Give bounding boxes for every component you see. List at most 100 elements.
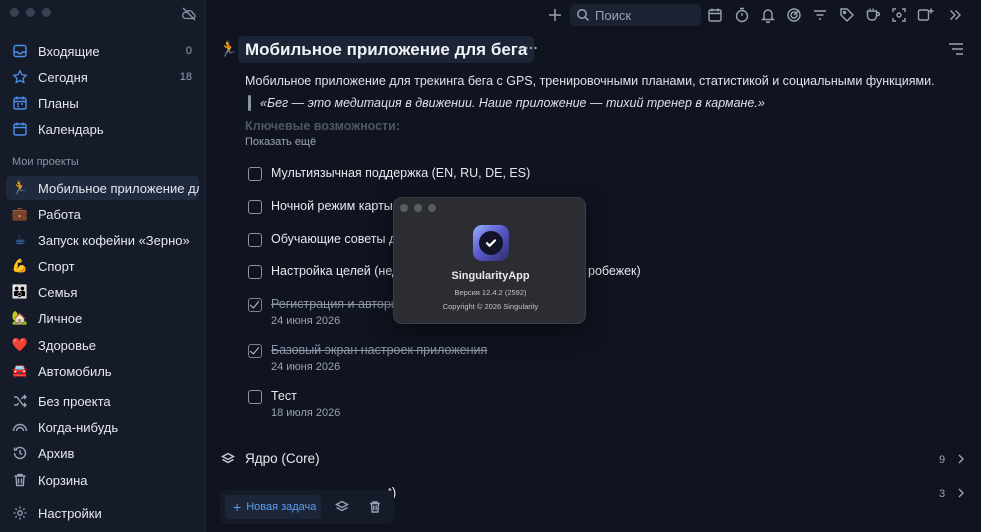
sort-lines-icon[interactable] [948,42,964,56]
timer-icon[interactable] [733,6,751,24]
trash-icon[interactable] [368,500,382,514]
task-checkbox[interactable] [248,233,262,247]
screenshot-icon[interactable] [890,6,908,24]
task-checkbox-checked[interactable] [248,298,262,312]
group-count: 3 [939,488,946,500]
new-task-label: Новая задача [246,501,317,513]
heart-icon: ❤️ [11,337,29,352]
task-date: 18 июля 2026 [271,407,341,419]
double-chevron-right-icon[interactable] [946,6,964,24]
zoom-window-button[interactable] [42,8,51,17]
task-title[interactable]: Регистрация и автори [271,297,398,311]
task-title[interactable]: Обучающие советы дл [271,232,404,246]
task-checkbox-checked[interactable] [248,344,262,358]
focus-target-icon[interactable] [785,6,803,24]
sidebar-item-label: Сегодня [38,69,88,85]
sidebar-item-count: 18 [179,71,192,83]
calendar-toolbar-icon[interactable] [706,6,724,24]
dialog-zoom-button[interactable] [428,204,436,212]
gear-icon [13,506,27,520]
inbox-icon [13,44,27,58]
tag-icon[interactable] [838,6,856,24]
sidebar-item-label: Настройки [38,505,102,521]
plus-icon[interactable] [546,6,564,24]
dialog-window-controls [400,204,436,212]
layers-icon[interactable] [335,500,349,514]
sidebar-item-project-work[interactable]: 💼 Работа [6,202,199,226]
briefcase-icon: 💼 [11,206,29,221]
more-icon[interactable] [523,40,539,56]
sidebar-item-someday[interactable]: Когда-нибудь [6,415,199,439]
task-checkbox[interactable] [248,390,262,404]
sidebar-item-count: 0 [185,45,192,57]
sidebar-item-label: Планы [38,95,79,111]
new-task-button[interactable]: + Новая задача [225,495,321,519]
about-version: Версия 12.4.2 (2592) [454,288,527,297]
projects-section-label: Мои проекты [12,156,79,168]
layers-icon [221,452,235,463]
page-title[interactable]: Мобильное приложение для бега [238,36,535,63]
sidebar-item-label: Работа [38,206,81,222]
sidebar-item-project-sport[interactable]: 💪 Спорт [6,254,199,278]
house-icon: 🏡 [11,310,29,325]
search-input[interactable] [595,7,695,23]
sidebar-item-no-project[interactable]: Без проекта [6,389,199,413]
sidebar-item-project-running-app[interactable]: 🏃 Мобильное приложение для бега [6,176,199,200]
cloud-off-icon[interactable] [181,6,197,22]
sidebar-item-label: Здоровье [38,337,97,353]
task-checkbox[interactable] [248,200,262,214]
history-icon [13,446,27,460]
sidebar-item-settings[interactable]: Настройки [6,501,199,525]
sidebar-item-label: Без проекта [38,393,111,409]
plus-icon: + [233,499,242,515]
minimize-window-button[interactable] [26,8,35,17]
muscle-icon: 💪 [11,258,29,273]
sidebar-item-plans[interactable]: Планы [6,91,199,115]
sidebar-item-today[interactable]: Сегодня 18 [6,65,199,89]
bottom-action-bar: + Новая задача [220,490,394,524]
sidebar-item-label: Календарь [38,121,104,137]
task-checkbox[interactable] [248,265,262,279]
sidebar: Входящие 0 Сегодня 18 Планы Календарь Мо… [0,0,206,532]
task-title[interactable]: Настройка целей (нед [271,264,399,278]
sidebar-item-archive[interactable]: Архив [6,441,199,465]
sidebar-item-project-coffee[interactable]: ☕ Запуск кофейни «Зерно» [6,228,199,252]
search-box[interactable] [570,4,701,26]
show-more-link[interactable]: Показать ещё [245,136,316,148]
chevron-right-icon[interactable] [957,488,965,498]
runner-icon: 🏃 [219,41,238,58]
bell-icon[interactable] [759,6,777,24]
group-count: 9 [939,454,946,466]
rainbow-icon [12,423,28,432]
dialog-close-button[interactable] [400,204,408,212]
add-widget-icon[interactable] [916,6,934,24]
task-title[interactable]: Тест [271,389,297,403]
project-quote: «Бег — это медитация в движении. Наше пр… [260,96,765,110]
faded-heading: Ключевые возможности: [245,119,401,133]
sidebar-item-label: Мобильное приложение для бега [38,180,199,196]
group-header-core[interactable]: Ядро (Core) [221,451,320,466]
close-window-button[interactable] [10,8,19,17]
sidebar-item-inbox[interactable]: Входящие 0 [6,39,199,63]
task-title[interactable]: Ночной режим карты [271,199,393,213]
sidebar-item-label: Корзина [38,472,88,488]
sidebar-item-project-personal[interactable]: 🏡 Личное [6,306,199,330]
dialog-minimize-button[interactable] [414,204,422,212]
sidebar-item-calendar[interactable]: Календарь [6,117,199,141]
search-icon [577,9,590,22]
shuffle-icon [14,394,27,408]
sidebar-item-trash[interactable]: Корзина [6,468,199,492]
coffee-mug-icon[interactable] [864,6,882,24]
app-logo-icon [473,225,509,261]
sidebar-item-project-health[interactable]: ❤️ Здоровье [6,333,199,357]
task-title[interactable]: Базовый экран настроек приложения [271,343,487,357]
sidebar-item-project-car[interactable]: 🚘 Автомобиль [6,359,199,383]
sidebar-item-label: Спорт [38,258,75,274]
task-title[interactable]: Мультиязычная поддержка (EN, RU, DE, ES) [271,166,530,180]
task-title-tail: робежек) [588,264,641,278]
filter-icon[interactable] [811,6,829,24]
sidebar-item-project-family[interactable]: 👪 Семья [6,280,199,304]
chevron-right-icon[interactable] [957,454,965,464]
group-label: Ядро (Core) [245,451,320,466]
task-checkbox[interactable] [248,167,262,181]
